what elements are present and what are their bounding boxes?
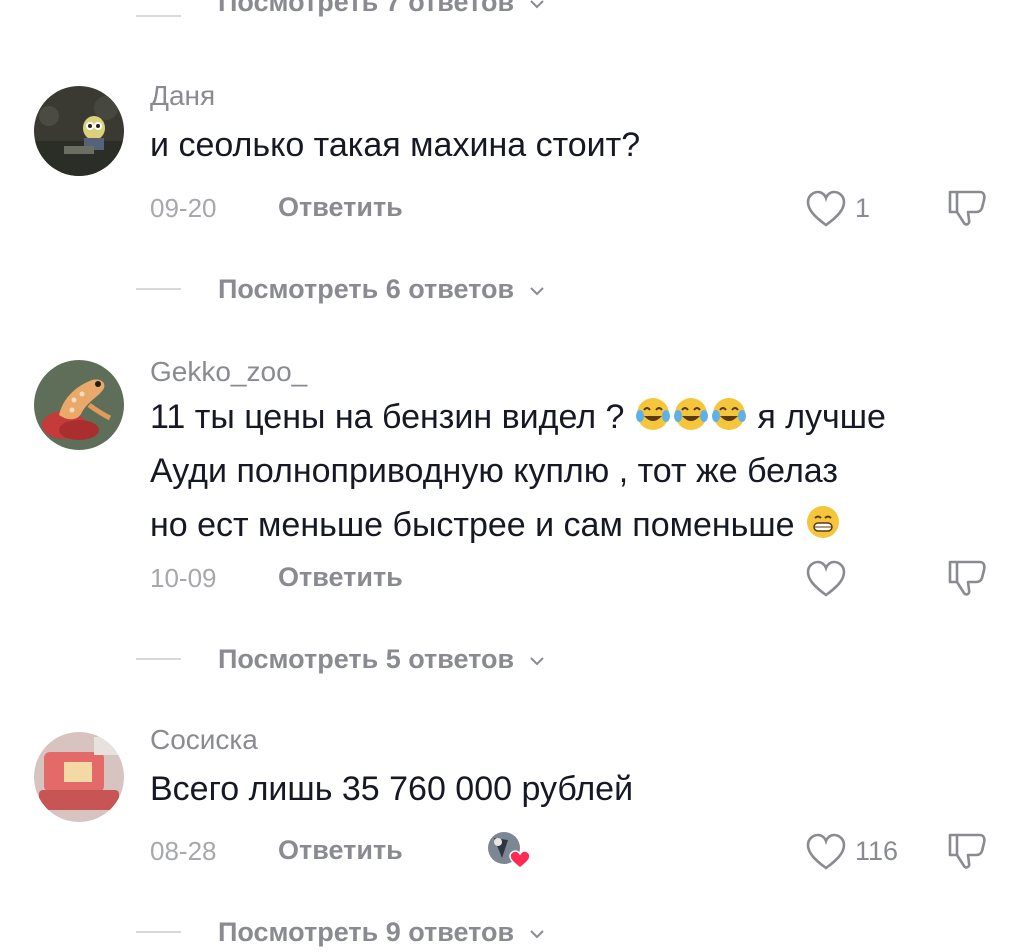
tears-of-joy-emoji [711,398,746,430]
view-replies-button[interactable]: Посмотреть 5 ответов [218,639,544,679]
comment-date: 10-09 [150,563,217,593]
heart-outline-icon[interactable] [805,560,847,598]
comment-username[interactable]: Даня [150,80,215,112]
comment-text: Всего лишь 35 760 000 рублей [150,770,634,808]
comment-text-line: 11 ты цены на бензин видел ? [150,398,634,436]
reply-button[interactable]: Ответить [278,562,403,593]
reply-button[interactable]: Ответить [278,835,403,866]
comment-text-line: но ест меньше быстрее и сам поменьше [150,506,805,544]
creator-avatar-heart-icon [488,832,531,869]
view-replies-button[interactable]: Посмотреть 9 ответов [218,912,544,952]
comment-text-line: Ауди полноприводную куплю , тот же белаз [150,452,838,490]
like-count: 1 [855,193,871,223]
avatar-image [34,360,124,450]
divider-line [136,931,181,933]
comment-text: и сеолько такая махина стоит? [150,126,641,164]
avatar-image [34,86,124,176]
thumbs-down-outline-icon[interactable] [944,831,988,871]
view-replies-label: Посмотреть 7 ответов [218,0,515,17]
view-replies-row[interactable]: Посмотреть 9 ответов [0,912,1024,952]
avatar[interactable] [34,86,124,176]
heart-outline-icon[interactable] [805,190,847,228]
heart-outline-icon[interactable] [805,833,847,871]
creator-liked-badge [486,828,532,872]
comment-username[interactable]: Gekko_zoo_ [150,356,307,388]
grinning-emoji [807,506,840,538]
divider-line [136,288,181,290]
view-replies-top[interactable]: Посмотреть 7 ответов [0,0,1024,36]
divider-line [136,15,181,17]
chevron-down-icon [529,0,544,9]
view-replies-button[interactable]: Посмотреть 6 ответов [218,269,544,309]
view-replies-row[interactable]: Посмотреть 6 ответов [0,269,1024,309]
view-replies-button[interactable]: Посмотреть 7 ответов [218,0,544,22]
view-replies-label: Посмотреть 6 ответов [218,274,515,304]
comment-date: 08-28 [150,836,217,866]
avatar[interactable] [34,360,124,450]
like-count: 116 [855,836,899,866]
comment-text: 11 ты цены на бензин видел ? я лучше Ауд… [150,390,1010,552]
chevron-down-icon [529,287,544,296]
thumbs-down-outline-icon[interactable] [944,558,988,598]
divider-line [136,658,181,660]
thumbs-down-outline-icon[interactable] [944,188,988,228]
comment-text-line: я лучше [747,398,886,436]
view-replies-label: Посмотреть 9 ответов [218,917,515,947]
tears-of-joy-emoji [635,398,670,430]
view-replies-row[interactable]: Посмотреть 5 ответов [0,639,1024,679]
reply-button[interactable]: Ответить [278,192,403,223]
comment-username[interactable]: Сосиска [150,724,258,756]
view-replies-label: Посмотреть 5 ответов [218,644,515,674]
tears-of-joy-emoji [673,398,708,430]
chevron-down-icon [529,930,544,939]
avatar-image [34,732,124,822]
avatar[interactable] [34,732,124,822]
chevron-down-icon [529,657,544,666]
comment-date: 09-20 [150,193,217,223]
